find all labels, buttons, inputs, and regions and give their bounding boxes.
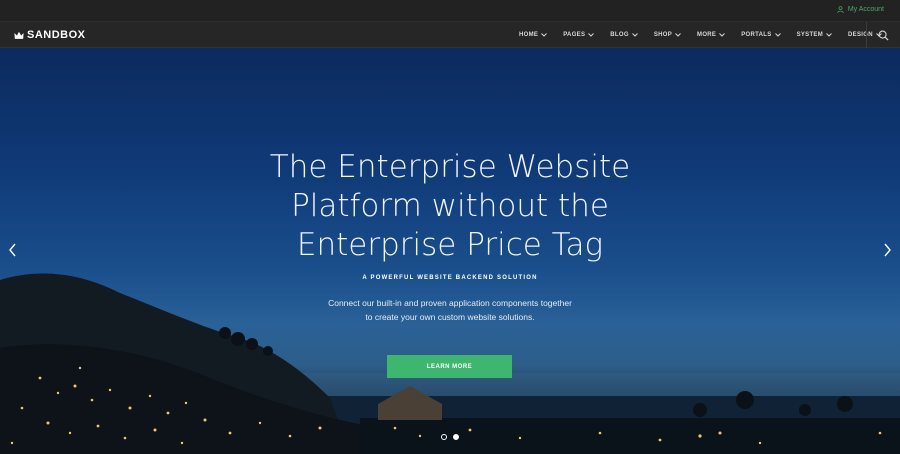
chevron-left-icon <box>9 243 16 257</box>
chevron-down-icon <box>588 33 595 37</box>
chevron-down-icon <box>631 33 638 37</box>
crown-logo-icon <box>14 31 24 39</box>
hero-slider: The Enterprise Website Platform without … <box>0 48 900 454</box>
nav-item-system[interactable]: SYSTEM <box>797 32 832 38</box>
chevron-down-icon <box>675 33 681 37</box>
chevron-right-icon <box>884 243 891 257</box>
search-button[interactable] <box>866 22 900 48</box>
nav-item-label: PAGES <box>563 32 586 38</box>
nav-item-label: PORTALS <box>741 32 772 38</box>
nav-item-more[interactable]: MORE <box>697 32 726 38</box>
main-navbar: SANDBOX HOME PAGES BLOG SHOP MORE PORTAL… <box>0 22 900 48</box>
nav-item-label: BLOG <box>610 32 629 38</box>
my-account-link[interactable]: My Account <box>837 6 884 13</box>
nav-item-label: SHOP <box>653 32 673 38</box>
my-account-label: My Account <box>847 6 884 13</box>
chevron-down-icon <box>541 33 548 37</box>
nav-item-label: SYSTEM <box>796 32 824 38</box>
slide-dot-1[interactable] <box>441 434 447 440</box>
next-slide-button[interactable] <box>880 242 894 258</box>
hero-kicker: A POWERFUL WEBSITE BACKEND SOLUTION <box>362 275 538 281</box>
nav-item-home[interactable]: HOME <box>519 32 548 38</box>
primary-nav: HOME PAGES BLOG SHOP MORE PORTALS SYSTEM… <box>519 22 882 48</box>
nav-item-pages[interactable]: PAGES <box>563 32 595 38</box>
nav-item-portals[interactable]: PORTALS <box>741 32 781 38</box>
hero-headline-line: Platform without the <box>291 188 609 224</box>
chevron-down-icon <box>826 33 832 37</box>
hero-headline-line: The Enterprise Website <box>269 149 631 185</box>
nav-item-label: HOME <box>519 32 539 38</box>
slider-pagination <box>441 434 459 440</box>
previous-slide-button[interactable] <box>6 242 20 258</box>
chevron-down-icon <box>719 33 726 37</box>
hero-description-line: to create your own custom website soluti… <box>365 312 535 322</box>
top-bar: My Account <box>0 0 900 22</box>
nav-item-shop[interactable]: SHOP <box>654 32 681 38</box>
hero-headline: The Enterprise Website Platform without … <box>150 148 750 265</box>
nav-item-blog[interactable]: BLOG <box>610 32 638 38</box>
hero-description-line: Connect our built-in and proven applicat… <box>328 298 572 308</box>
hero-headline-line: Enterprise Price Tag <box>296 227 604 263</box>
search-icon <box>878 30 889 41</box>
chevron-down-icon <box>774 33 781 37</box>
brand-logo[interactable]: SANDBOX <box>14 29 86 41</box>
brand-name: SANDBOX <box>27 29 86 41</box>
learn-more-button[interactable]: LEARN MORE <box>387 355 512 378</box>
hero-description: Connect our built-in and proven applicat… <box>250 296 650 324</box>
slide-dot-2[interactable] <box>453 434 459 440</box>
user-icon <box>837 6 844 13</box>
nav-item-label: MORE <box>697 32 717 38</box>
